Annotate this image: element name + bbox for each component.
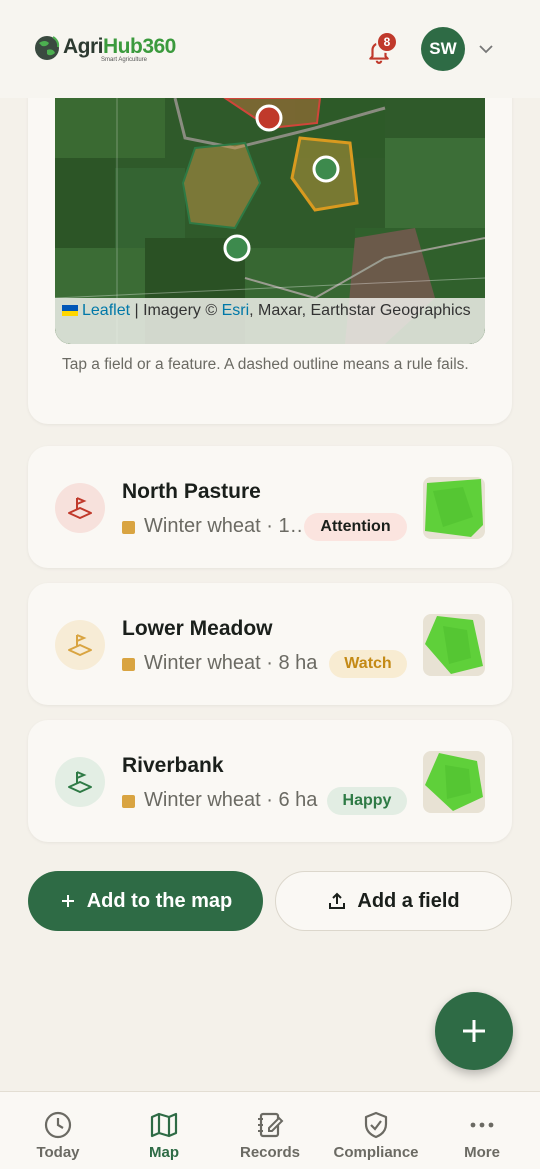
field-name: Riverbank	[122, 754, 224, 777]
logo-main: Agri	[63, 35, 104, 58]
field-crop-info: Winter wheat · 8 ha	[144, 652, 318, 674]
crop-color-dot	[122, 795, 135, 808]
add-fab-button[interactable]	[435, 992, 513, 1070]
crop-color-dot	[122, 658, 135, 671]
bottom-navigation: Today Map Records Compliance More	[0, 1091, 540, 1169]
ukraine-flag-icon	[62, 305, 78, 316]
nav-compliance[interactable]: Compliance	[322, 1092, 430, 1169]
field-thumbnail	[423, 751, 485, 813]
plus-icon	[463, 1020, 485, 1042]
globe-icon	[35, 36, 60, 60]
notification-badge: 8	[376, 31, 398, 53]
user-avatar[interactable]: SW	[421, 27, 465, 71]
field-marker-icon	[55, 757, 105, 807]
more-dots-icon	[470, 1122, 494, 1128]
plus-icon	[61, 895, 74, 907]
field-name: North Pasture	[122, 480, 261, 503]
field-thumbnail	[423, 614, 485, 676]
field-marker-icon	[55, 620, 105, 670]
logo-hub: Hub360	[103, 35, 176, 58]
nav-label: Compliance	[333, 1144, 419, 1161]
nav-label: More	[464, 1144, 500, 1161]
map-attribution: Leaflet | Imagery © Esri, Maxar, Earthst…	[55, 298, 485, 344]
attribution-rest: , Maxar, Earthstar Geographics	[249, 302, 471, 319]
nav-records[interactable]: Records	[216, 1092, 324, 1169]
nav-map[interactable]: Map	[110, 1092, 218, 1169]
status-badge: Happy	[327, 787, 407, 815]
logo-text: AgriHub360	[63, 35, 176, 59]
field-crop-info: Winter wheat · 6 ha	[144, 789, 318, 811]
add-to-map-button[interactable]: Add to the map	[28, 871, 263, 931]
attribution-separator: | Imagery ©	[130, 302, 222, 319]
upload-icon	[329, 892, 346, 909]
shield-check-icon	[364, 1111, 388, 1139]
field-card-riverbank[interactable]: Riverbank Winter wheat · 6 ha Happy	[28, 720, 512, 842]
status-badge: Watch	[329, 650, 407, 678]
crop-color-dot	[122, 521, 135, 534]
logo-tagline: Smart Agriculture	[101, 57, 148, 63]
field-thumbnail	[423, 477, 485, 539]
clock-icon	[44, 1111, 72, 1139]
app-header: AgriHub360 Smart Agriculture 8 SW	[0, 0, 540, 98]
add-to-map-label: Add to the map	[86, 889, 233, 912]
esri-link[interactable]: Esri	[222, 302, 250, 319]
nav-today[interactable]: Today	[4, 1092, 112, 1169]
field-card-lower-meadow[interactable]: Lower Meadow Winter wheat · 8 ha Watch	[28, 583, 512, 705]
field-name: Lower Meadow	[122, 617, 273, 640]
add-field-label: Add a field	[357, 889, 460, 912]
map-hint-text: Tap a field or a feature. A dashed outli…	[62, 356, 469, 373]
leaflet-link[interactable]: Leaflet	[82, 302, 130, 319]
nav-label: Map	[149, 1144, 179, 1161]
field-marker-icon	[55, 483, 105, 533]
map-icon	[150, 1112, 178, 1138]
nav-more[interactable]: More	[428, 1092, 536, 1169]
field-crop-info: Winter wheat · 12 ha	[144, 515, 320, 537]
chevron-down-icon[interactable]	[478, 42, 494, 56]
satellite-map[interactable]: Leaflet | Imagery © Esri, Maxar, Earthst…	[55, 98, 485, 344]
notebook-icon	[258, 1112, 284, 1138]
field-card-north-pasture[interactable]: North Pasture Winter wheat · 12 ha Atten…	[28, 446, 512, 568]
agrihub-logo[interactable]: AgriHub360 Smart Agriculture	[33, 33, 183, 67]
add-field-button[interactable]: Add a field	[275, 871, 512, 931]
nav-label: Records	[239, 1144, 301, 1161]
nav-label: Today	[36, 1144, 80, 1161]
status-badge: Attention	[304, 513, 407, 541]
